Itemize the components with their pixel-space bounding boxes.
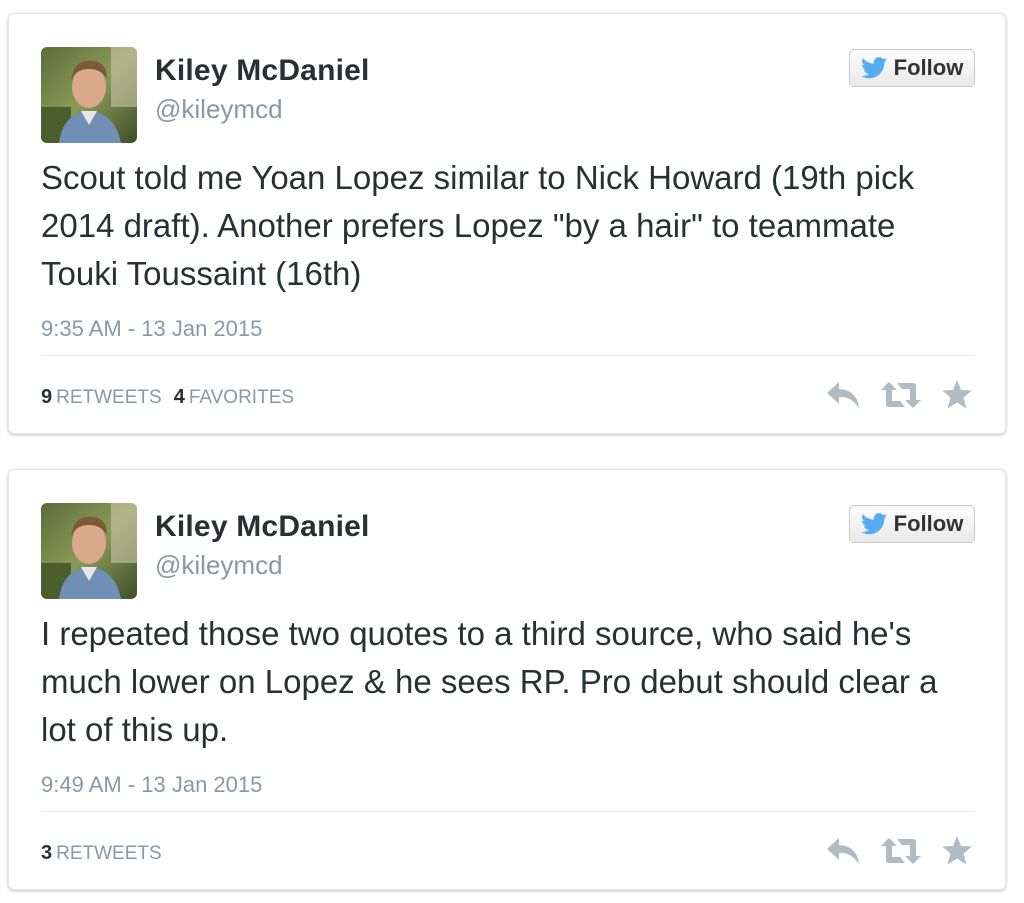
author-name[interactable]: Kiley McDaniel bbox=[155, 54, 370, 88]
author-handle[interactable]: @kileymcd bbox=[155, 550, 283, 581]
tweet-stats: 9 RETWEETS 4 FAVORITES bbox=[41, 386, 294, 409]
avatar[interactable] bbox=[41, 47, 137, 143]
tweet-card: Kiley McDaniel @kileymcd Follow I repeat… bbox=[8, 469, 1006, 890]
tweet-text: I repeated those two quotes to a third s… bbox=[41, 615, 938, 748]
divider bbox=[41, 811, 975, 812]
star-icon[interactable] bbox=[941, 836, 973, 871]
divider bbox=[41, 355, 975, 356]
avatar[interactable] bbox=[41, 503, 137, 599]
tweet-timestamp[interactable]: 9:49 AM - 13 Jan 2015 bbox=[41, 772, 262, 798]
tweet-timestamp[interactable]: 9:35 AM - 13 Jan 2015 bbox=[41, 316, 262, 342]
tweet-actions bbox=[825, 836, 973, 871]
favorites-count: 4 bbox=[173, 386, 185, 408]
retweets-count: 3 bbox=[41, 842, 53, 864]
star-icon[interactable] bbox=[941, 380, 973, 415]
retweets-count: 9 bbox=[41, 386, 53, 408]
author-name[interactable]: Kiley McDaniel bbox=[155, 510, 370, 544]
tweet-actions bbox=[825, 380, 973, 415]
bird-icon bbox=[860, 57, 887, 79]
reply-icon[interactable] bbox=[825, 380, 861, 415]
tweet-card: Kiley McDaniel @kileymcd Follow Scout to… bbox=[8, 13, 1006, 434]
retweets-label: RETWEETS bbox=[56, 387, 162, 408]
favorites-label: FAVORITES bbox=[188, 387, 295, 408]
reply-icon[interactable] bbox=[825, 836, 861, 871]
bird-icon bbox=[860, 513, 887, 535]
tweet-stats: 3 RETWEETS bbox=[41, 842, 162, 865]
retweets-stat[interactable]: 3 RETWEETS bbox=[41, 842, 162, 865]
tweet-text: Scout told me Yoan Lopez similar to Nick… bbox=[41, 159, 915, 292]
author-handle[interactable]: @kileymcd bbox=[155, 94, 283, 125]
retweets-stat[interactable]: 9 RETWEETS bbox=[41, 386, 162, 409]
favorites-stat[interactable]: 4 FAVORITES bbox=[174, 386, 294, 409]
follow-label: Follow bbox=[893, 511, 964, 536]
retweets-label: RETWEETS bbox=[56, 843, 162, 864]
follow-button[interactable]: Follow bbox=[849, 505, 975, 543]
follow-button[interactable]: Follow bbox=[849, 49, 975, 87]
follow-label: Follow bbox=[893, 55, 964, 80]
retweet-icon[interactable] bbox=[881, 836, 921, 871]
retweet-icon[interactable] bbox=[881, 380, 921, 415]
